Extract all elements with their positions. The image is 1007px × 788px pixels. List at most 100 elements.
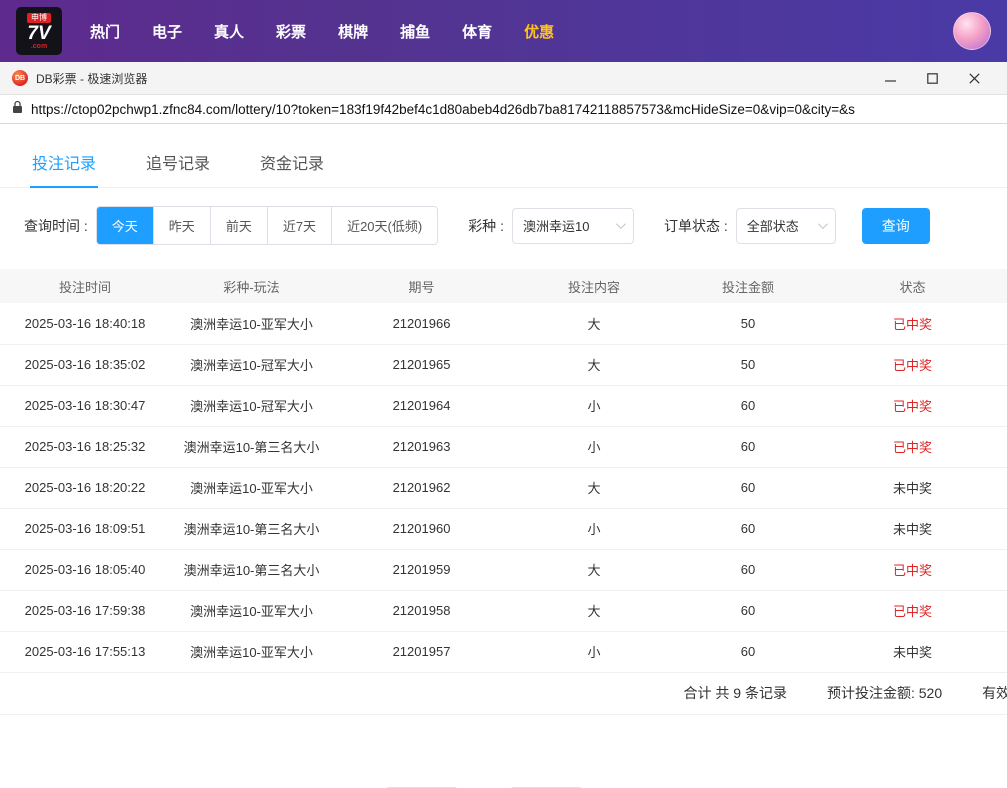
time-filter-label: 查询时间 : [24, 217, 88, 234]
address-bar[interactable]: https://ctop02pchwp1.zfnc84.com/lottery/… [0, 95, 1007, 124]
cell-issue: 21201959 [333, 549, 510, 591]
cell-content: 小 [510, 631, 678, 673]
cell-time: 2025-03-16 18:09:51 [0, 508, 170, 550]
cell-content: 大 [510, 549, 678, 591]
window-title: DB彩票 - 极速浏览器 [36, 71, 148, 86]
cell-issue: 21201963 [333, 426, 510, 468]
cell-amount: 60 [678, 426, 818, 468]
cell-amount: 60 [678, 467, 818, 509]
summary-total: 合计 共 9 条记录 [683, 685, 787, 701]
cell-issue: 21201957 [333, 631, 510, 673]
logo-main: 7V [27, 22, 51, 44]
close-icon[interactable] [953, 62, 995, 95]
site-navbar: 申博 7V .com 热门 电子 真人 彩票 棋牌 捕鱼 体育 优惠 [0, 0, 1007, 62]
lottery-select-value: 澳洲幸运10 [522, 219, 590, 234]
cell-content: 大 [510, 467, 678, 509]
cell-status: 已中奖 [818, 385, 1007, 427]
cell-time: 2025-03-16 18:30:47 [0, 385, 170, 427]
cell-issue: 21201964 [333, 385, 510, 427]
cell-content: 小 [510, 508, 678, 550]
nav-item-fishing[interactable]: 捕鱼 [400, 21, 430, 42]
table-row: 2025-03-16 18:30:47 澳洲幸运10-冠军大小 21201964… [0, 385, 1007, 427]
cell-time: 2025-03-16 17:55:13 [0, 631, 170, 673]
cell-status: 已中奖 [818, 590, 1007, 632]
tab-bet-records[interactable]: 投注记录 [30, 138, 99, 188]
cell-amount: 60 [678, 590, 818, 632]
cell-status: 已中奖 [818, 426, 1007, 468]
search-button[interactable]: 查询 [861, 207, 930, 244]
cell-amount: 60 [678, 549, 818, 591]
bet-records-table: 投注时间 彩种-玩法 期号 投注内容 投注金额 状态 2025-03-16 18… [0, 269, 1007, 673]
cell-game: 澳洲幸运10-第三名大小 [170, 426, 333, 468]
url-text[interactable]: https://ctop02pchwp1.zfnc84.com/lottery/… [31, 102, 855, 117]
cell-amount: 50 [678, 344, 818, 386]
header-bet-time: 投注时间 [58, 279, 111, 295]
time-filter-group: 今天 昨天 前天 近7天 近20天(低频) [95, 206, 439, 245]
cell-status: 已中奖 [818, 303, 1007, 345]
header-issue: 期号 [408, 279, 435, 295]
table-row: 2025-03-16 18:35:02 澳洲幸运10-冠军大小 21201965… [0, 344, 1007, 386]
status-select-value: 全部状态 [746, 219, 799, 234]
nav-item-cards[interactable]: 棋牌 [338, 21, 368, 42]
nav-item-sports[interactable]: 体育 [462, 21, 492, 42]
cell-status: 未中奖 [818, 631, 1007, 673]
tab-chase-records[interactable]: 追号记录 [144, 138, 212, 187]
table-row: 2025-03-16 18:05:40 澳洲幸运10-第三名大小 2120195… [0, 549, 1007, 591]
nav-item-lottery[interactable]: 彩票 [276, 21, 306, 42]
table-row: 2025-03-16 18:20:22 澳洲幸运10-亚军大小 21201962… [0, 467, 1007, 509]
cell-time: 2025-03-16 18:05:40 [0, 549, 170, 591]
lottery-filter-label: 彩种 : [468, 217, 504, 234]
lottery-select[interactable]: 澳洲幸运10 [511, 207, 634, 244]
cell-status: 未中奖 [818, 508, 1007, 550]
cell-time: 2025-03-16 18:35:02 [0, 344, 170, 386]
cell-amount: 50 [678, 303, 818, 345]
cell-content: 大 [510, 344, 678, 386]
favicon-icon: DB [12, 70, 28, 86]
logo-badge: 申博 [27, 12, 51, 23]
time-option-today[interactable]: 今天 [96, 207, 153, 244]
header-bet-content: 投注内容 [567, 279, 620, 295]
cell-issue: 21201962 [333, 467, 510, 509]
main-nav: 热门 电子 真人 彩票 棋牌 捕鱼 体育 优惠 [90, 21, 554, 42]
site-logo[interactable]: 申博 7V .com [16, 7, 62, 55]
summary-row: 合计 共 9 条记录 预计投注金额: 520 有效投注金额: [0, 673, 1007, 714]
minimize-icon[interactable] [869, 62, 911, 95]
cell-time: 2025-03-16 18:25:32 [0, 426, 170, 468]
cell-content: 小 [510, 385, 678, 427]
cell-game: 澳洲幸运10-亚军大小 [170, 467, 333, 509]
summary-row-wrap: 合计 共 9 条记录 预计投注金额: 520 有效投注金额: [0, 673, 1007, 715]
nav-item-hot[interactable]: 热门 [90, 21, 120, 42]
nav-item-slots[interactable]: 电子 [152, 21, 182, 42]
cell-status: 未中奖 [818, 467, 1007, 509]
cell-amount: 60 [678, 631, 818, 673]
time-option-20days[interactable]: 近20天(低频) [331, 207, 438, 244]
cell-amount: 60 [678, 508, 818, 550]
user-avatar[interactable] [953, 12, 991, 50]
chevron-down-icon [615, 219, 626, 230]
nav-item-live[interactable]: 真人 [214, 21, 244, 42]
summary-valid: 有效投注金额: [982, 685, 1007, 701]
cell-game: 澳洲幸运10-亚军大小 [170, 590, 333, 632]
table-row: 2025-03-16 17:55:13 澳洲幸运10-亚军大小 21201957… [0, 631, 1007, 673]
cell-time: 2025-03-16 18:20:22 [0, 467, 170, 509]
cell-game: 澳洲幸运10-第三名大小 [170, 508, 333, 550]
summary-expected: 预计投注金额: 520 [826, 685, 943, 701]
table-header-row: 投注时间 彩种-玩法 期号 投注内容 投注金额 状态 [0, 269, 1007, 303]
status-filter-label: 订单状态 : [663, 217, 728, 234]
table-row: 2025-03-16 18:09:51 澳洲幸运10-第三名大小 2120196… [0, 508, 1007, 550]
time-option-yesterday[interactable]: 昨天 [152, 207, 210, 244]
table-row: 2025-03-16 18:40:18 澳洲幸运10-亚军大小 21201966… [0, 303, 1007, 345]
header-bet-amount: 投注金额 [721, 279, 774, 295]
header-game: 彩种-玩法 [223, 279, 280, 295]
maximize-icon[interactable] [911, 62, 953, 95]
tab-fund-records[interactable]: 资金记录 [258, 138, 326, 187]
nav-item-promo[interactable]: 优惠 [524, 21, 554, 42]
cell-status: 已中奖 [818, 549, 1007, 591]
status-select[interactable]: 全部状态 [735, 207, 836, 244]
time-option-daybefore[interactable]: 前天 [209, 207, 267, 244]
cell-issue: 21201960 [333, 508, 510, 550]
cell-content: 大 [510, 590, 678, 632]
time-option-7days[interactable]: 近7天 [266, 207, 332, 244]
cell-issue: 21201965 [333, 344, 510, 386]
filter-bar: 查询时间 : 今天 昨天 前天 近7天 近20天(低频) 彩种 : 澳洲幸运10… [0, 188, 1007, 261]
